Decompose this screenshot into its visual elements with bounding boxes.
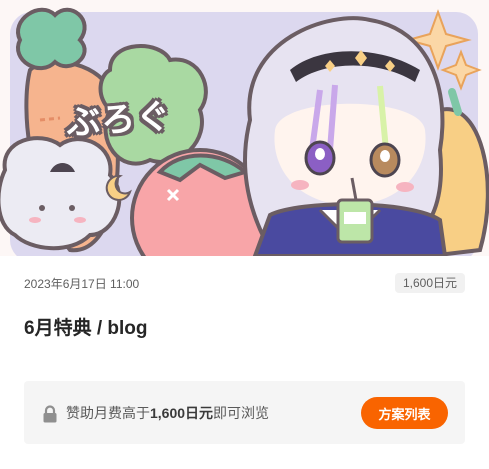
post-title[interactable]: 6月特典 / blog <box>24 313 148 340</box>
lock-message: 赞助月费高于1,600日元即可浏览 <box>66 404 269 422</box>
cover-title-text: ぶろぐ <box>64 96 173 144</box>
post-meta: 2023年6月17日 11:00 1,600日元 <box>24 272 465 294</box>
price-badge: 1,600日元 <box>394 273 465 293</box>
lock-message-prefix: 赞助月费高于 <box>66 405 150 421</box>
locked-content-notice: 赞助月费高于1,600日元即可浏览 方案列表 <box>24 381 465 444</box>
lock-message-suffix: 即可浏览 <box>213 405 270 421</box>
post-card: ぶろぐ 2023年6月17日 11:00 1,600日元 6月特典 / blog… <box>0 0 489 469</box>
lock-message-amount: 1,600日元 <box>150 405 214 421</box>
plan-list-button[interactable]: 方案列表 <box>361 397 448 429</box>
lock-icon <box>43 405 57 423</box>
post-date: 2023年6月17日 11:00 <box>24 276 140 291</box>
post-cover-image[interactable]: ぶろぐ <box>0 0 489 256</box>
